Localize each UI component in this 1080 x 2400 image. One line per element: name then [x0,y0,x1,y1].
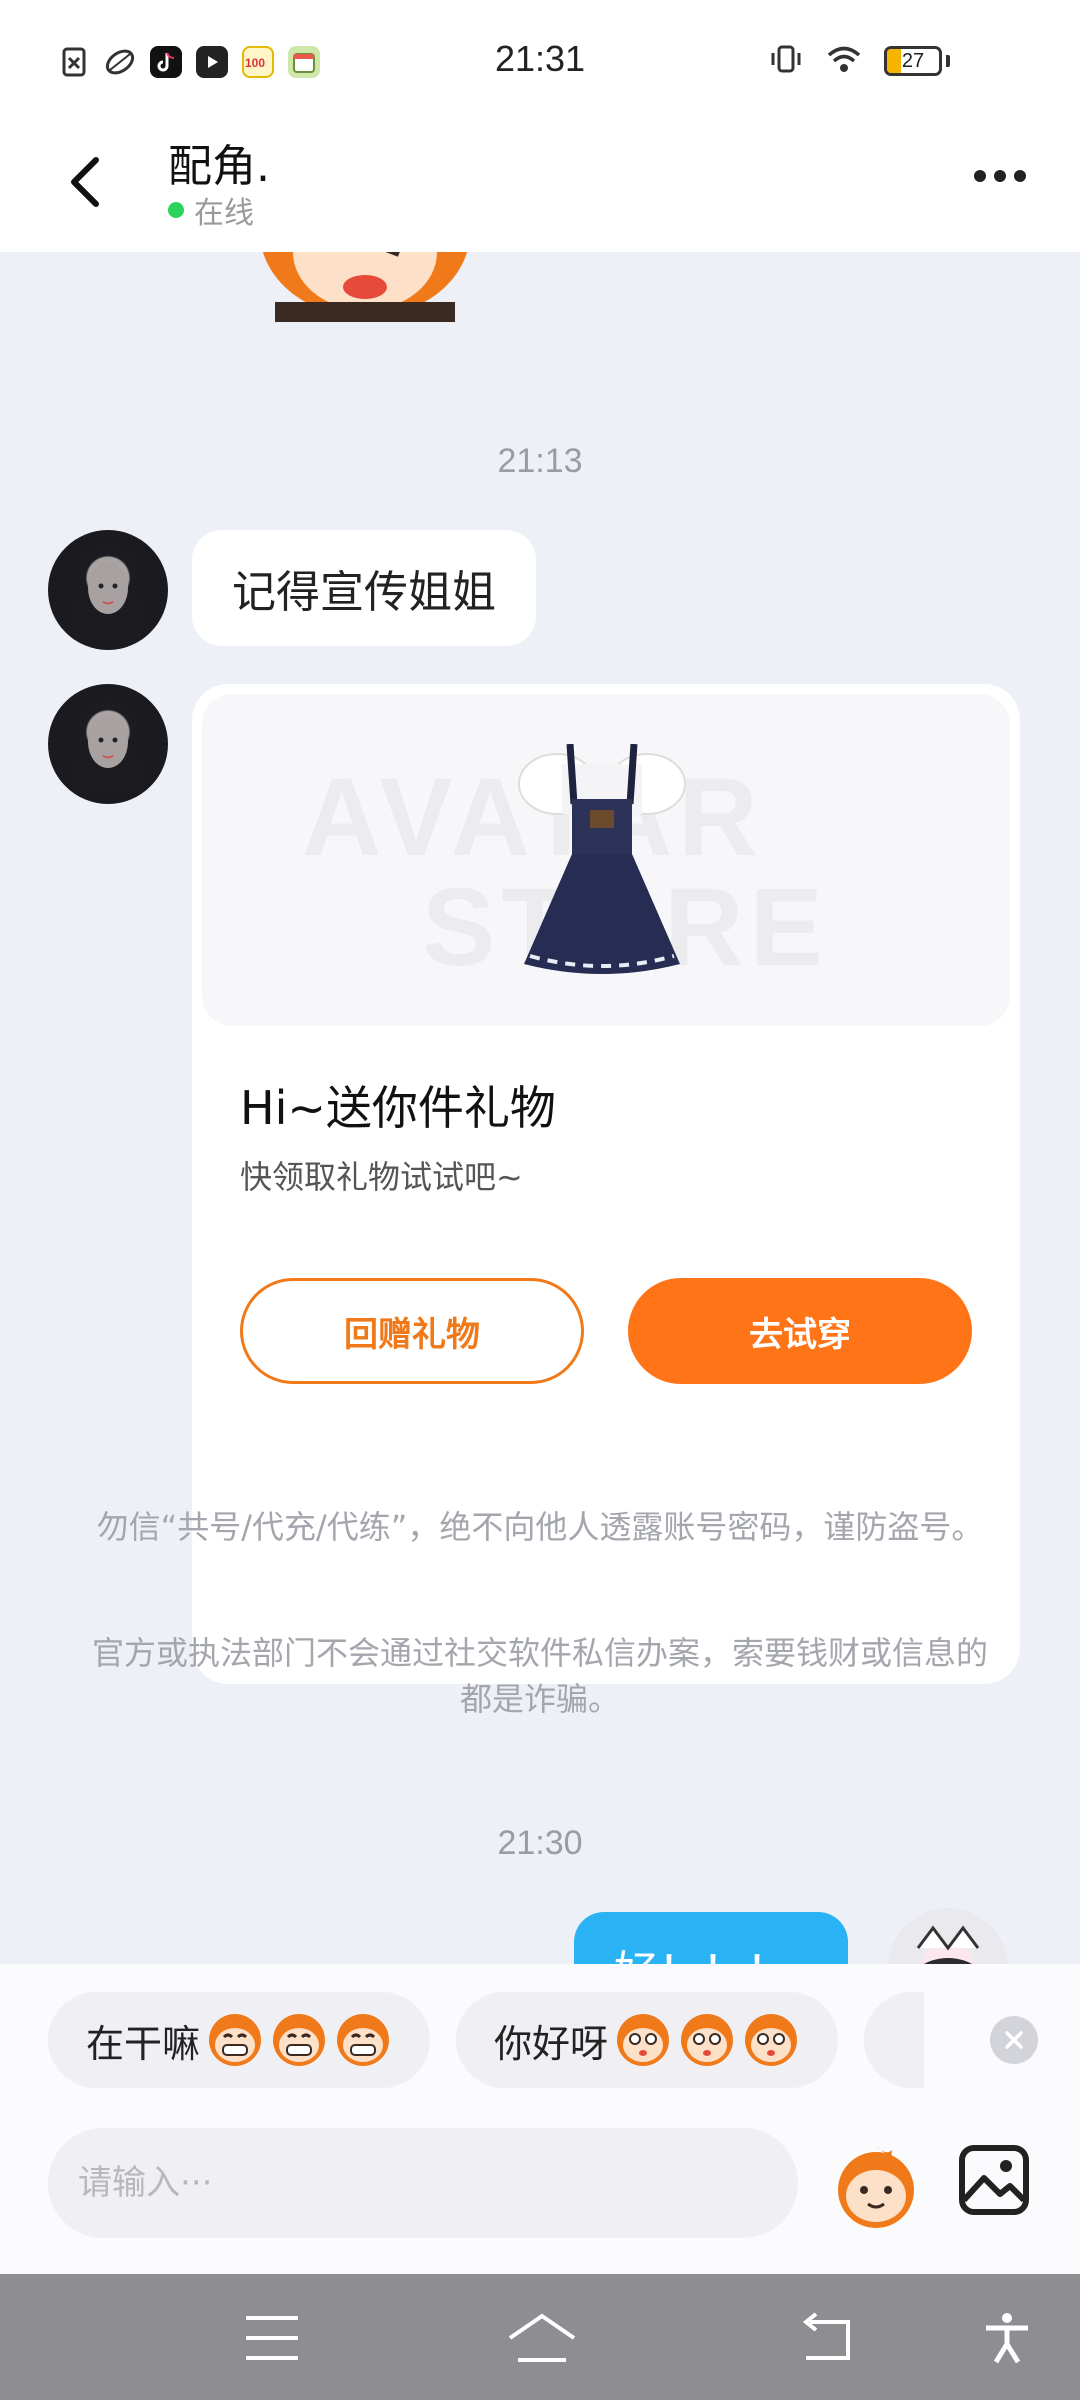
more-dot [1014,170,1026,182]
battery-nub [946,55,950,67]
close-quick-replies-button[interactable] [990,2016,1038,2064]
menu-icon[interactable] [242,2312,302,2364]
status-bar: 100 21:31 27 [0,0,1080,120]
gift-title: Hi~送你件礼物 [240,1081,556,1135]
return-gift-button[interactable]: 回赠礼物 [240,1278,584,1384]
grinning-monkey-icon [273,2014,326,2066]
image-picker-icon[interactable] [958,2144,1030,2216]
quick-reply-label: 你好呀 [494,2021,609,2066]
message-list[interactable]: 21:13 记得宣传姐姐 AVATAR STORE [0,252,1080,1964]
surprised-monkey-icon [617,2014,670,2066]
sent-message[interactable]: 好！！！ [574,1912,848,1964]
quick-replies: 在干嘛 你好呀 [48,1992,925,2088]
vibrate-icon [768,44,804,78]
dress-icon [518,744,686,974]
input-panel: 在干嘛 你好呀 [0,1964,1080,2274]
chat-screen: 100 21:31 27 配角. 在线 21:13 记得宣传姐姐 AVATAR … [0,0,1080,2400]
chat-header: 配角. 在线 [0,120,1080,252]
grinning-monkey-icon [209,2014,262,2066]
quick-reply-label: 在干嘛 [86,2021,201,2066]
quick-reply-chip[interactable] [864,1992,925,2088]
timestamp: 21:30 [497,1824,583,1862]
gift-subtitle: 快领取礼物试试吧~ [240,1158,523,1196]
wifi-icon [826,44,862,78]
accessibility-icon[interactable] [982,2312,1032,2364]
quick-reply-chip[interactable]: 你好呀 [456,1992,839,2088]
chevron-left-icon [71,157,99,207]
more-options-button[interactable] [974,170,1026,182]
more-dots-icon [974,170,986,182]
home-icon[interactable] [506,2312,578,2364]
contact-avatar[interactable] [48,530,168,650]
gift-preview: AVATAR STORE [202,694,1010,1026]
grinning-monkey-icon [337,2014,390,2066]
close-icon [1005,2031,1023,2049]
monkey-sticker-icon [262,252,468,322]
try-on-button[interactable]: 去试穿 [628,1278,972,1384]
online-status: 在线 [168,188,254,232]
sticker-button[interactable] [832,2142,920,2230]
more-dot [994,170,1006,182]
timestamp: 21:13 [497,442,583,480]
back-nav-icon[interactable] [796,2312,856,2364]
surprised-monkey-icon [681,2014,734,2066]
my-avatar[interactable] [888,1908,1008,1964]
online-status-label: 在线 [194,196,254,231]
system-indicators: 27 [768,44,950,78]
fraud-notice: 官方或执法部门不会通过社交软件私信办案，索要钱财或信息的都是诈骗。 [91,1634,988,1718]
received-message[interactable]: 记得宣传姐姐 [192,530,536,646]
quick-reply-chip[interactable]: 在干嘛 [48,1992,431,2088]
battery-icon: 27 [884,46,942,76]
contact-name: 配角. [168,141,270,192]
message-input[interactable] [48,2128,798,2238]
security-notice: 勿信“共号/代充/代练”，绝不向他人透露账号密码，谨防盗号。 [96,1508,984,1546]
contact-avatar[interactable] [48,684,168,804]
battery-level: 27 [901,49,925,72]
back-button[interactable] [54,150,118,214]
system-nav-bar [0,2274,1080,2400]
online-dot-icon [168,202,184,218]
surprised-monkey-icon [745,2014,798,2066]
